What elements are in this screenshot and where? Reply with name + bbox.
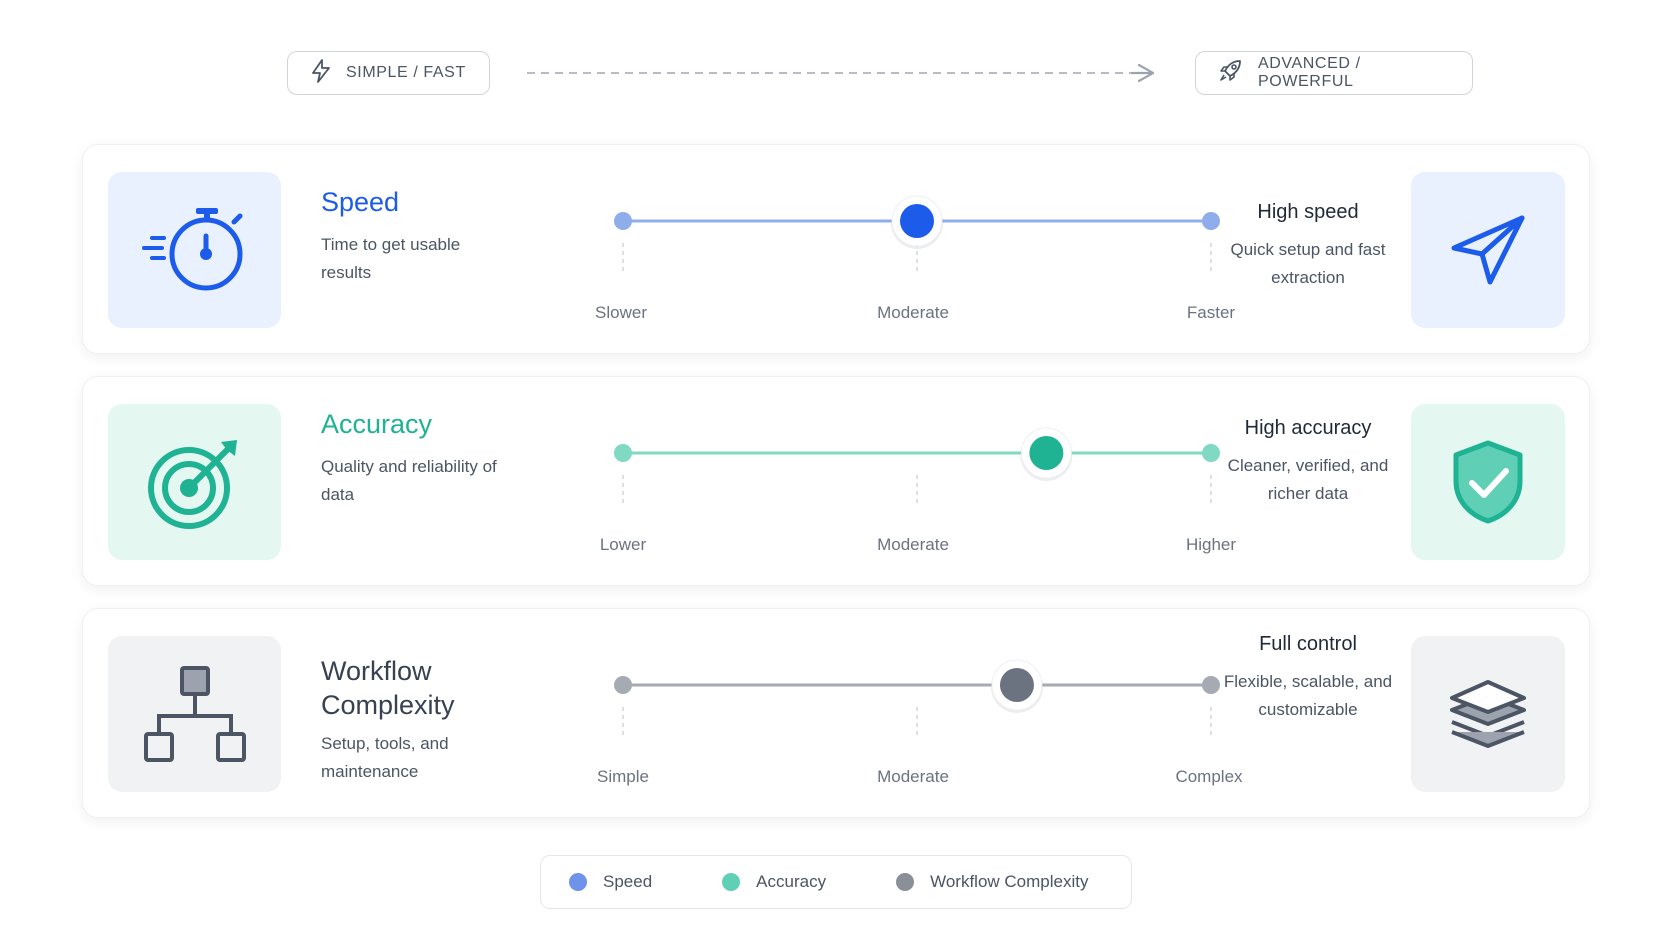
speed-slider: [614, 195, 1220, 275]
legend-item-workflow: Workflow Complexity: [896, 872, 1088, 892]
speed-summary-description: Quick setup and fast extraction: [1230, 240, 1386, 287]
accuracy-tick-low: Lower: [599, 535, 647, 554]
speed-description: Time to get usable results: [321, 235, 461, 282]
speed-track-start: [614, 212, 632, 230]
layers-icon: [1450, 680, 1526, 748]
speed-result-tile: [1411, 172, 1565, 328]
workflow-summary: Full control Flexible, scalable, and cus…: [1213, 633, 1403, 724]
accuracy-description: Quality and reliability of data: [321, 457, 497, 504]
workflow-description: Setup, tools, and maintenance: [321, 734, 449, 781]
paper-plane-icon: [1451, 215, 1525, 285]
workflow-summary-title: Full control: [1259, 633, 1357, 655]
accuracy-summary-title: High accuracy: [1244, 417, 1372, 439]
workflow-track: Simple Moderate Complex: [507, 609, 1243, 819]
speed-tick-mid: Moderate: [877, 303, 949, 322]
simple-fast-text: SIMPLE / FAST: [346, 64, 466, 81]
accuracy-summary-description: Cleaner, verified, and richer data: [1227, 456, 1389, 503]
workflow-row: Workflow Complexity Setup, tools, and ma…: [82, 608, 1590, 818]
speed-label: Speed Time to get usable results: [321, 185, 501, 287]
legend-item-accuracy: Accuracy: [722, 872, 826, 892]
accuracy-icon-tile: [108, 404, 281, 560]
scale-arrow: [527, 63, 1155, 83]
legend-dot-workflow: [896, 873, 915, 891]
speed-icon-tile: [108, 172, 281, 328]
lightning-icon: [310, 58, 332, 88]
speed-title: Speed: [321, 187, 400, 217]
speed-tick-low: Slower: [595, 303, 647, 322]
workflow-label: Workflow Complexity Setup, tools, and ma…: [321, 654, 501, 786]
accuracy-handle[interactable]: [1029, 436, 1064, 470]
shield-check-icon: [1453, 440, 1523, 524]
accuracy-track-start: [614, 444, 632, 462]
target-icon: [147, 440, 237, 529]
workflow-title: Workflow Complexity: [321, 656, 455, 720]
accuracy-title: Accuracy: [321, 409, 433, 439]
workflow-icon-tile: [108, 636, 281, 792]
hierarchy-icon: [143, 666, 246, 762]
legend-label-workflow: Workflow Complexity: [930, 872, 1089, 891]
legend: Speed Accuracy Workflow Complexity: [540, 855, 1132, 909]
advanced-powerful-text: ADVANCED / POWERFUL: [1258, 55, 1361, 90]
workflow-tick-mid: Moderate: [877, 767, 949, 786]
advanced-powerful-label: ADVANCED / POWERFUL: [1195, 51, 1473, 95]
accuracy-label: Accuracy Quality and reliability of data: [321, 407, 501, 509]
workflow-tick-low: Simple: [597, 767, 649, 786]
legend-dot-speed: [569, 873, 587, 891]
speed-track: Slower Moderate Faster: [507, 145, 1235, 355]
simple-fast-label: SIMPLE / FAST: [287, 51, 490, 95]
legend-label-speed: Speed: [603, 872, 653, 891]
workflow-summary-description: Flexible, scalable, and customizable: [1223, 672, 1393, 719]
speed-row: Speed Time to get usable results Slower …: [82, 144, 1590, 354]
workflow-tick-high: Complex: [1175, 767, 1243, 786]
speed-tick-high: Faster: [1186, 303, 1236, 322]
accuracy-row: Accuracy Quality and reliability of data…: [82, 376, 1590, 586]
speed-summary: High speed Quick setup and fast extracti…: [1213, 201, 1403, 292]
speed-summary-title: High speed: [1257, 201, 1359, 223]
legend-item-speed: Speed: [569, 872, 652, 892]
accuracy-slider: [614, 427, 1220, 507]
workflow-slider: [614, 659, 1220, 739]
workflow-result-tile: [1411, 636, 1565, 792]
speed-handle[interactable]: [900, 204, 934, 238]
legend-label-accuracy: Accuracy: [756, 872, 827, 891]
accuracy-tick-mid: Moderate: [877, 535, 949, 554]
legend-dot-accuracy: [722, 873, 741, 891]
accuracy-summary: High accuracy Cleaner, verified, and ric…: [1213, 417, 1403, 508]
accuracy-result-tile: [1411, 404, 1565, 560]
accuracy-tick-high: Higher: [1185, 535, 1237, 554]
stopwatch-icon: [141, 208, 242, 291]
accuracy-track: Lower Moderate Higher: [507, 377, 1236, 587]
rocket-icon: [1218, 58, 1244, 89]
workflow-handle[interactable]: [999, 668, 1034, 702]
workflow-track-start: [614, 676, 632, 694]
